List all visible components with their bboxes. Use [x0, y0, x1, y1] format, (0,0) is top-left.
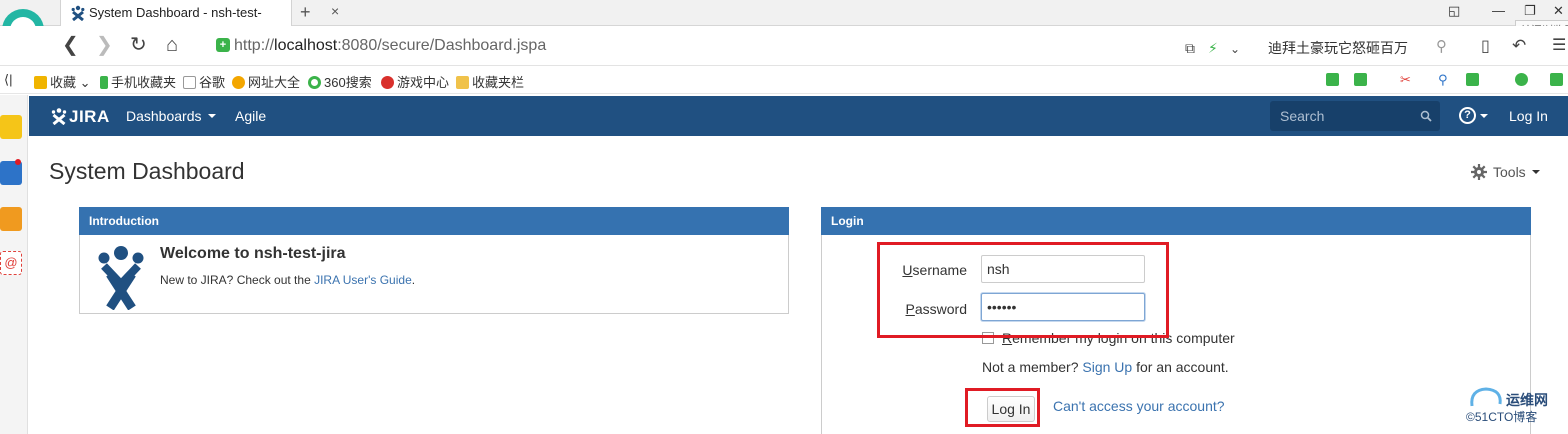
jira-header: JIRA Dashboards Agile ? Log In — [29, 96, 1568, 136]
watermark-swirl-icon — [1470, 387, 1502, 407]
bookmark-item[interactable]: 360搜索 — [308, 72, 372, 91]
page-icon — [183, 76, 196, 89]
welcome-prefix: New to JIRA? Check out the — [160, 273, 315, 287]
secure-shield-icon: + — [216, 38, 230, 52]
help-icon: ? — [1459, 107, 1476, 124]
undo-icon[interactable]: ↶ — [1512, 36, 1526, 56]
mail-icon[interactable]: @ — [0, 251, 22, 275]
browser-tab-active[interactable]: System Dashboard - nsh-test- × — [60, 0, 339, 26]
weibo-icon[interactable] — [0, 207, 22, 231]
welcome-title: Welcome to nsh-test-jira — [160, 245, 346, 262]
browser-navbar: ❮ ❯ ↻ ⌂ + http://localhost:8080/secure/D… — [0, 26, 1568, 66]
watermark: 运维网 ©51CTO博客 — [1458, 384, 1568, 434]
bookmark-item[interactable]: 网址大全 — [232, 72, 300, 91]
back-icon[interactable]: ❮ — [62, 35, 79, 55]
address-dropdown-icon[interactable]: ⌄ — [1230, 39, 1240, 59]
dashboards-caret-icon — [207, 114, 216, 118]
bookmark-item[interactable]: 谷歌 — [183, 72, 225, 91]
signup-link[interactable]: Sign Up — [1082, 359, 1132, 375]
folder-icon — [456, 76, 469, 89]
jira-logo-text: JIRA — [69, 107, 110, 126]
address-bar[interactable]: http://localhost:8080/secure/Dashboard.j… — [234, 37, 546, 55]
bookmarks-bar: ⟨| 收藏 ⌄ 手机收藏夹 谷歌 网址大全 360搜索 游戏中心 收藏夹栏 ✂ … — [0, 66, 1568, 94]
page-title: System Dashboard — [49, 158, 245, 184]
lightning-icon[interactable]: ⚡ — [1208, 38, 1218, 58]
ext-screenshot-icon[interactable] — [1354, 72, 1370, 87]
dashboards-menu[interactable]: Dashboards — [126, 108, 216, 124]
welcome-suffix: . — [411, 273, 416, 287]
bookmark-item[interactable]: 游戏中心 — [381, 72, 449, 91]
search-icon[interactable] — [1420, 110, 1432, 122]
menu-icon[interactable]: ☰ — [1552, 36, 1566, 56]
home-icon[interactable]: ⌂ — [166, 35, 178, 55]
bookmark-item[interactable]: 收藏夹栏 — [456, 72, 524, 91]
search-360-icon — [308, 76, 321, 89]
jira-logo-icon — [51, 108, 67, 125]
bookmark-item[interactable]: 收藏 ⌄ — [34, 72, 91, 91]
help-menu[interactable]: ? — [1459, 106, 1491, 126]
ext-cut-icon[interactable]: ✂ — [1400, 72, 1411, 88]
favorites-star-icon[interactable] — [0, 115, 22, 139]
ext-more-icon[interactable] — [1550, 72, 1566, 87]
ext-game-icon[interactable] — [1466, 72, 1482, 87]
welcome-text: New to JIRA? Check out the JIRA User's G… — [160, 273, 415, 287]
jira-favicon-icon — [71, 5, 85, 21]
new-tab-icon[interactable]: + — [300, 2, 311, 23]
gear-icon — [1471, 164, 1487, 180]
cant-access-link[interactable]: Can't access your account? — [1053, 398, 1225, 414]
phone-icon[interactable]: ▯ — [1481, 37, 1490, 57]
game-icon — [381, 76, 394, 89]
globe-icon — [232, 76, 245, 89]
browser-sidebar: @ — [0, 95, 28, 434]
close-window-icon[interactable]: ✕ — [1553, 3, 1564, 19]
browser-tab-bar: System Dashboard - nsh-test- × + ◱ — ❐ ✕… — [0, 0, 1568, 55]
reload-icon[interactable]: ↻ — [130, 35, 147, 55]
star-icon — [34, 76, 47, 89]
ext-find-icon[interactable]: ⚲ — [1438, 72, 1448, 88]
restore-icon[interactable]: ❐ — [1524, 3, 1536, 19]
search-icon-browser[interactable]: ⚲ — [1436, 37, 1447, 57]
jira-search-input[interactable] — [1270, 101, 1410, 131]
skin-icon[interactable]: ◱ — [1448, 3, 1460, 19]
agile-menu[interactable]: Agile — [235, 108, 266, 124]
minimize-icon[interactable]: — — [1492, 3, 1505, 18]
tab-title: System Dashboard - nsh-test- — [89, 5, 262, 20]
login-header: Login — [821, 207, 1531, 235]
watermark-title: 运维网 — [1506, 392, 1548, 408]
header-login-link[interactable]: Log In — [1509, 108, 1548, 124]
introduction-header: Introduction — [79, 207, 789, 235]
bookmark-item[interactable]: 手机收藏夹 — [100, 72, 176, 91]
tab-close-icon[interactable]: × — [331, 3, 339, 19]
watermark-sub: ©51CTO博客 — [1466, 410, 1538, 424]
url-prefix: http:// — [234, 37, 275, 54]
bookmarks-collapse-icon[interactable]: ⟨| — [4, 72, 12, 88]
highlight-credentials-box — [877, 242, 1169, 338]
ext-reader-icon[interactable] — [1326, 72, 1342, 87]
introduction-gadget: Introduction Welcome to nsh-test-jira Ne… — [79, 207, 789, 314]
signup-text: Not a member? Sign Up for an account. — [982, 359, 1229, 375]
dashboards-label: Dashboards — [126, 108, 202, 124]
jira-mascot-icon — [98, 246, 144, 310]
highlight-login-button-box — [965, 388, 1040, 427]
help-caret-icon — [1480, 114, 1488, 118]
url-rest: :8080/secure/Dashboard.jspa — [337, 37, 547, 54]
forward-icon[interactable]: ❯ — [96, 35, 113, 55]
tools-caret-icon — [1531, 170, 1540, 174]
search-suggestion[interactable]: 迪拜土豪玩它怒砸百万 — [1268, 38, 1408, 58]
phone-bookmark-icon — [100, 76, 108, 89]
jira-search-box — [1270, 101, 1440, 131]
url-host: localhost — [274, 37, 338, 54]
share-icon[interactable]: ⧉ — [1185, 38, 1195, 58]
user-guide-link[interactable]: JIRA User's Guide — [314, 273, 412, 287]
tools-label: Tools — [1493, 164, 1526, 180]
tools-menu[interactable]: Tools — [1471, 164, 1540, 180]
ext-money-icon[interactable] — [1515, 72, 1531, 87]
notification-dot — [15, 159, 21, 165]
